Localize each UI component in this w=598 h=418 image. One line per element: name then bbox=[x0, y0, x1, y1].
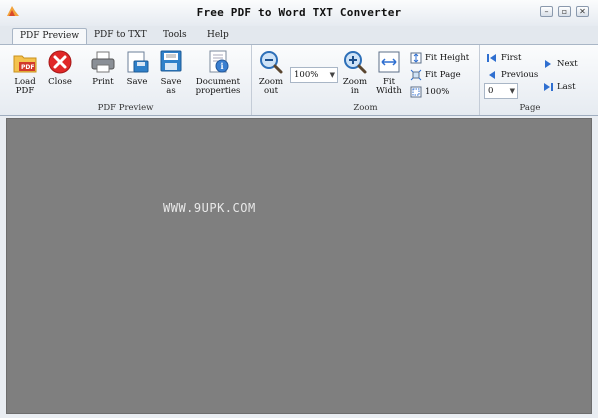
last-page-button[interactable]: Last bbox=[542, 80, 576, 94]
tab-tools[interactable]: Tools bbox=[156, 28, 194, 44]
save-as-label: Save as bbox=[160, 77, 182, 96]
group-pdf-preview: PDF Load PDF Close Print Save Save as i … bbox=[0, 45, 252, 115]
print-label: Print bbox=[92, 77, 114, 87]
group-label-pdf-preview: PDF Preview bbox=[97, 103, 154, 113]
last-page-label: Last bbox=[557, 82, 576, 92]
next-page-button[interactable]: Next bbox=[542, 57, 578, 71]
fit-page-icon bbox=[410, 69, 422, 81]
zoom-level-select[interactable]: 100% ▼ bbox=[290, 67, 338, 83]
fit-height-button[interactable]: Fit Height bbox=[410, 51, 469, 65]
actual-size-icon bbox=[410, 86, 422, 98]
actual-size-label: 100% bbox=[425, 87, 450, 97]
first-page-icon bbox=[487, 54, 496, 62]
actual-size-button[interactable]: 100% bbox=[410, 85, 449, 99]
save-button[interactable]: Save bbox=[122, 49, 152, 87]
group-label-zoom: Zoom bbox=[353, 103, 378, 113]
minimize-button[interactable]: – bbox=[540, 6, 553, 17]
tab-pdf-to-txt[interactable]: PDF to TXT bbox=[87, 28, 154, 44]
page-number-select[interactable]: 0 ▼ bbox=[484, 83, 518, 99]
zoom-out-label: Zoom out bbox=[258, 77, 284, 96]
fit-page-label: Fit Page bbox=[425, 70, 461, 80]
pdf-preview-area[interactable]: WWW.9UPK.COM bbox=[6, 118, 592, 414]
zoom-in-label: Zoom in bbox=[342, 77, 368, 96]
fit-width-icon bbox=[378, 51, 400, 73]
save-icon bbox=[127, 51, 149, 73]
zoom-out-icon bbox=[260, 51, 283, 74]
previous-page-icon bbox=[489, 71, 495, 79]
window-title: Free PDF to Word TXT Converter bbox=[196, 6, 402, 19]
next-page-icon bbox=[545, 60, 551, 68]
save-label: Save bbox=[126, 77, 148, 87]
svg-text:i: i bbox=[221, 61, 224, 71]
tab-pdf-preview[interactable]: PDF Preview bbox=[12, 28, 88, 44]
first-page-label: First bbox=[501, 53, 522, 63]
chevron-down-icon: ▼ bbox=[509, 87, 515, 95]
close-window-button[interactable]: ✕ bbox=[576, 6, 589, 17]
printer-icon bbox=[91, 51, 115, 73]
load-pdf-button[interactable]: PDF Load PDF bbox=[8, 49, 42, 96]
svg-text:PDF: PDF bbox=[21, 64, 34, 71]
load-pdf-label: Load PDF bbox=[14, 77, 36, 96]
ribbon-tabs: PDF Preview PDF to TXT Tools Help bbox=[0, 26, 598, 44]
save-as-icon bbox=[160, 50, 182, 72]
save-as-button[interactable]: Save as bbox=[156, 49, 186, 96]
tab-help[interactable]: Help bbox=[200, 28, 236, 44]
ribbon: PDF Load PDF Close Print Save Save as i … bbox=[0, 44, 598, 116]
zoom-level-value: 100% bbox=[294, 70, 319, 80]
first-page-button[interactable]: First bbox=[486, 51, 521, 65]
page-number-value: 0 bbox=[488, 86, 494, 96]
fit-width-label: Fit Width bbox=[376, 77, 402, 96]
group-page: First Next Previous Last 0 ▼ Page bbox=[480, 45, 580, 115]
zoom-in-button[interactable]: Zoom in bbox=[340, 49, 370, 96]
fit-height-label: Fit Height bbox=[425, 53, 470, 63]
zoom-in-icon bbox=[344, 51, 367, 74]
watermark-text: WWW.9UPK.COM bbox=[163, 201, 256, 215]
close-label: Close bbox=[48, 77, 72, 87]
fit-width-button[interactable]: Fit Width bbox=[374, 49, 404, 96]
last-page-icon bbox=[544, 83, 553, 91]
group-label-page: Page bbox=[519, 103, 541, 113]
next-page-label: Next bbox=[557, 59, 578, 69]
chevron-down-icon: ▼ bbox=[329, 71, 335, 79]
folder-pdf-icon: PDF bbox=[13, 55, 37, 73]
document-properties-button[interactable]: i Document properties bbox=[190, 49, 246, 96]
restore-button[interactable]: ▫ bbox=[558, 6, 571, 17]
title-bar: Free PDF to Word TXT Converter – ▫ ✕ bbox=[0, 0, 598, 26]
close-icon bbox=[48, 50, 72, 74]
group-zoom: Zoom out 100% ▼ Zoom in Fit Width Fit He… bbox=[252, 45, 480, 115]
print-button[interactable]: Print bbox=[88, 49, 118, 87]
document-properties-icon: i bbox=[209, 50, 229, 73]
fit-height-icon bbox=[410, 52, 422, 64]
fit-page-button[interactable]: Fit Page bbox=[410, 68, 461, 82]
previous-page-button[interactable]: Previous bbox=[486, 68, 538, 82]
zoom-out-button[interactable]: Zoom out bbox=[256, 49, 286, 96]
close-button[interactable]: Close bbox=[44, 49, 76, 87]
previous-page-label: Previous bbox=[501, 70, 539, 80]
document-properties-label: Document properties bbox=[195, 77, 241, 96]
